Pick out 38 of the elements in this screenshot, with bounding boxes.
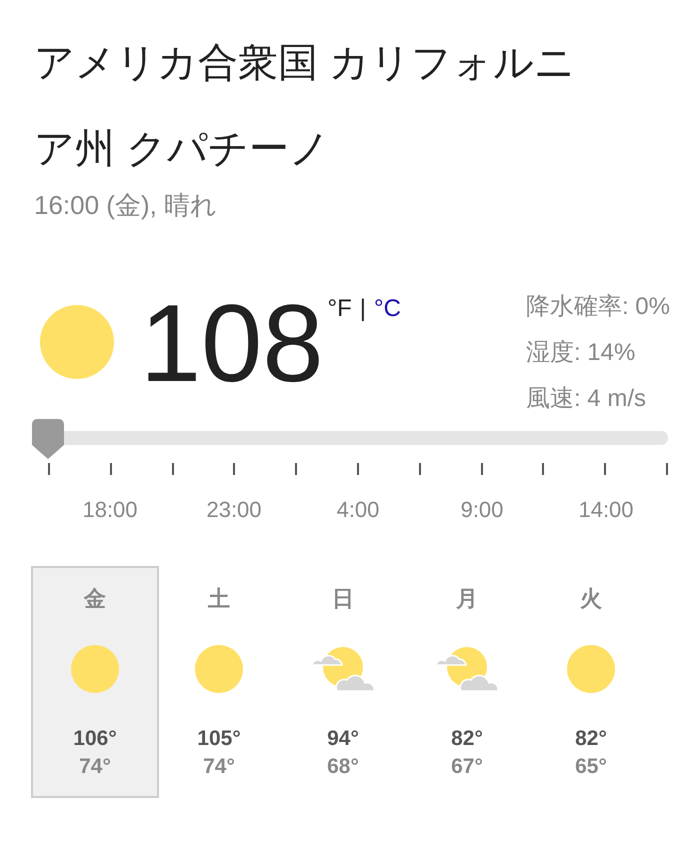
day-label: 火 <box>580 585 602 613</box>
day-label: 金 <box>84 585 106 613</box>
sun-icon <box>195 645 243 693</box>
weather-detail: 風速: 4 m/s <box>526 384 647 414</box>
low-temperature: 74° <box>203 754 235 780</box>
time-condition: 16:00 (金), 晴れ <box>34 189 218 222</box>
sun-cloud-icon <box>436 646 498 692</box>
fahrenheit-unit[interactable]: °F <box>328 295 352 419</box>
time-label: 4:00 <box>336 496 380 524</box>
weather-detail: 降水確率: 0% <box>526 292 670 322</box>
sun-icon <box>40 305 114 379</box>
low-temperature: 68° <box>327 754 359 780</box>
day-card[interactable]: 金 106° 74° <box>31 566 159 798</box>
weather-detail: 湿度: 14% <box>526 338 636 368</box>
sun-icon <box>567 645 615 693</box>
high-temperature: 82° <box>451 726 483 752</box>
high-temperature: 94° <box>327 726 359 752</box>
sun-cloud-icon <box>312 646 374 692</box>
sun-icon <box>71 645 119 693</box>
high-temperature: 106° <box>73 726 117 752</box>
location-title: アメリカ合衆国 カリフォルニ <box>34 40 576 87</box>
time-label: 23:00 <box>206 496 262 524</box>
location-title: ア州 クパチーノ <box>34 126 332 173</box>
unit-separator: | <box>360 295 366 324</box>
low-temperature: 65° <box>575 754 607 780</box>
low-temperature: 74° <box>79 754 111 780</box>
day-label: 月 <box>456 585 478 613</box>
time-label: 18:00 <box>82 496 138 524</box>
high-temperature: 82° <box>575 726 607 752</box>
low-temperature: 67° <box>451 754 483 780</box>
day-label: 日 <box>332 585 354 613</box>
time-label: 14:00 <box>578 496 634 524</box>
high-temperature: 105° <box>197 726 241 752</box>
time-label: 9:00 <box>460 496 504 524</box>
temperature: 108 <box>140 289 324 407</box>
timeline-handle[interactable] <box>32 419 64 459</box>
day-label: 土 <box>208 585 230 613</box>
celsius-unit-link[interactable]: °C <box>374 295 401 419</box>
